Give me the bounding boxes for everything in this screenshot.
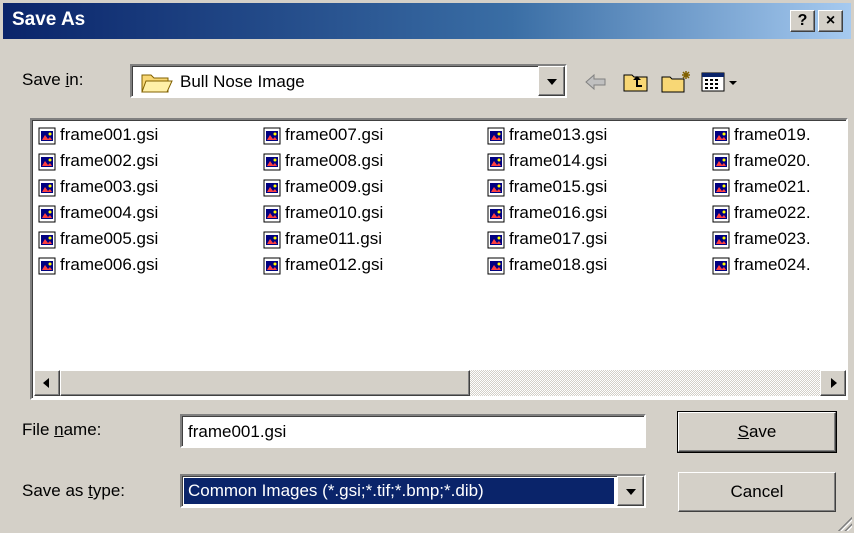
close-button[interactable]: × [818,10,843,32]
file-name: frame019. [734,125,811,144]
save-as-type-combobox[interactable]: Common Images (*.gsi;*.tif;*.bmp;*.dib) [180,474,646,508]
image-file-icon [712,257,730,275]
file-name: frame017.gsi [509,229,608,248]
file-name: frame014.gsi [509,151,608,170]
cancel-button[interactable]: Cancel [678,472,836,512]
file-list[interactable]: frame024. frame023. frame022. frame021. fram… [30,118,848,400]
file-name: frame011.gsi [285,229,383,248]
file-name: frame005.gsi [60,229,159,248]
save-in-combobox[interactable]: Bull Nose Image [130,64,567,98]
image-file-icon [712,179,730,197]
file-name-value: frame001.gsi [188,422,287,441]
title-bar[interactable]: Save As ? × [3,3,851,39]
image-file-icon [38,231,56,249]
save-as-dialog: Save As ? × Save in: Bull Nose Image fra… [0,0,854,533]
save-as-type-value: Common Images (*.gsi;*.tif;*.bmp;*.dib) [184,478,614,504]
file-name: frame020. [734,151,811,170]
save-in-dropdown-button[interactable] [538,66,565,96]
image-file-icon [487,231,505,249]
file-name: frame003.gsi [60,177,159,196]
scroll-left-button[interactable] [34,370,60,396]
file-name: frame007.gsi [285,125,384,144]
file-name: frame001.gsi [60,125,159,144]
save-as-type-dropdown-button[interactable] [617,476,644,506]
save-as-type-label: Save as type: [22,481,126,500]
file-name: frame002.gsi [60,151,159,170]
image-file-icon [487,205,505,223]
file-name: frame015.gsi [509,177,608,196]
file-name: frame012.gsi [285,255,384,274]
save-button[interactable]: Save [677,411,837,453]
image-file-icon [487,257,505,275]
file-name: frame022. [734,203,811,222]
image-file-icon [487,127,505,145]
image-file-icon [263,257,281,275]
scrollbar-thumb[interactable] [60,370,470,396]
image-file-icon [712,231,730,249]
image-file-icon [487,179,505,197]
image-file-icon [38,153,56,171]
window-title: Save As [12,9,86,30]
image-file-icon [263,205,281,223]
resize-grip[interactable] [836,515,852,531]
image-file-icon [38,179,56,197]
image-file-icon [263,153,281,171]
file-name: frame010.gsi [285,203,384,222]
file-name: frame004.gsi [60,203,159,222]
file-name: frame013.gsi [509,125,608,144]
file-name: frame024. [734,255,811,274]
horizontal-scrollbar[interactable] [34,370,846,396]
image-file-icon [712,153,730,171]
file-name-input[interactable]: frame001.gsi [180,414,646,448]
image-file-icon [263,231,281,249]
file-name: frame006.gsi [60,255,159,274]
image-file-icon [38,205,56,223]
file-name: frame008.gsi [285,151,384,170]
open-folder-icon [141,74,173,93]
image-file-icon [712,205,730,223]
image-file-icon [263,127,281,145]
save-in-label: Save in: [22,70,84,89]
file-name: frame018.gsi [509,255,608,274]
save-in-folder: Bull Nose Image [180,72,305,91]
image-file-icon [263,179,281,197]
file-name: frame021. [734,177,811,196]
help-button[interactable]: ? [790,10,815,32]
view-menu-icon[interactable] [700,70,742,94]
image-file-icon [712,127,730,145]
image-file-icon [487,153,505,171]
image-file-icon [38,127,56,145]
image-file-icon [38,257,56,275]
create-new-folder-icon[interactable] [660,70,694,94]
up-one-level-icon[interactable] [622,70,650,94]
file-name-label: File name: [22,420,102,439]
file-name: frame023. [734,229,811,248]
file-name: frame009.gsi [285,177,384,196]
back-arrow-icon[interactable] [583,70,609,94]
file-name: frame016.gsi [509,203,608,222]
scroll-right-button[interactable] [820,370,846,396]
